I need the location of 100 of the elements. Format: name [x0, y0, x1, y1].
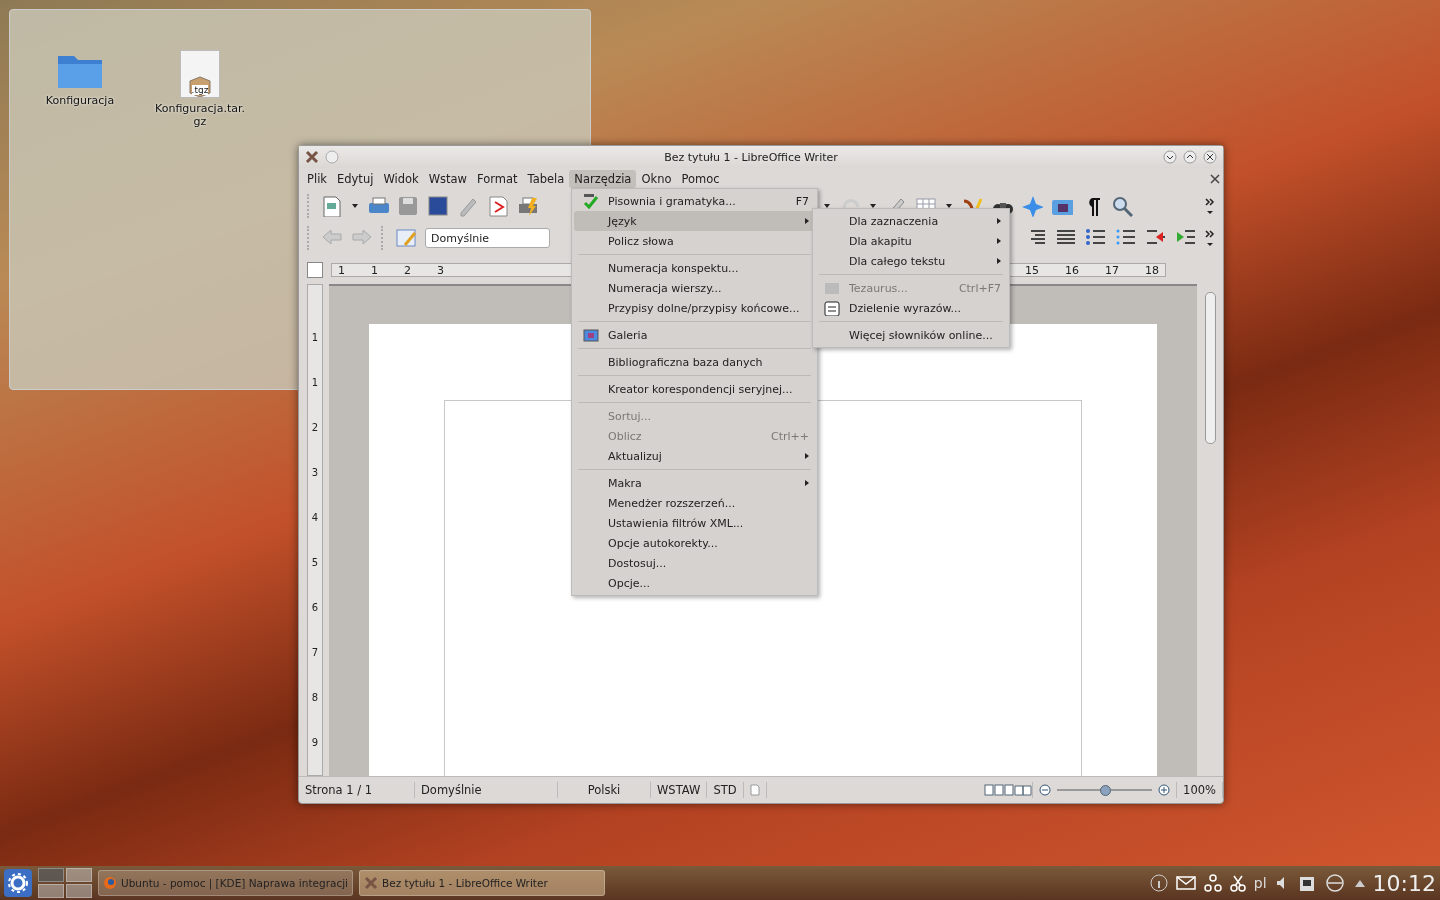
hyphenation-icon — [824, 300, 840, 316]
taskbar-button[interactable]: Bez tytułu 1 - LibreOffice Writer — [359, 870, 605, 896]
network-nodes-icon[interactable] — [1203, 874, 1222, 892]
menu-bar-item[interactable]: Pomoc — [676, 170, 725, 188]
minimize-icon[interactable] — [1163, 150, 1177, 164]
menu-item[interactable]: Opcje... — [574, 573, 815, 593]
ruler-number: 3 — [311, 467, 319, 478]
status-text: STD — [707, 782, 744, 798]
ruler-number: 17 — [1105, 263, 1119, 277]
zoom-icon[interactable] — [1111, 195, 1133, 217]
shortcut-label: Ctrl+F7 — [958, 281, 1001, 295]
caret-icon[interactable] — [351, 202, 359, 210]
status-text: WSTAW — [651, 782, 708, 798]
menu-item[interactable]: Opcje autokorekty... — [574, 533, 815, 553]
close-icon[interactable] — [1203, 150, 1217, 164]
menu-item[interactable]: Dla całego tekstu — [815, 251, 1007, 271]
thesaurus-icon — [824, 280, 840, 296]
status-text: Strona 1 / 1 — [299, 782, 415, 798]
submenu-arrow-icon — [805, 453, 809, 459]
file-label[interactable]: Konfiguracja.tar.gz — [155, 102, 245, 128]
new-document-icon[interactable] — [321, 195, 343, 217]
ruler-number: 8 — [311, 692, 319, 703]
mail-icon[interactable] — [1175, 876, 1196, 890]
menu-item[interactable]: Język — [574, 211, 815, 231]
menu-item[interactable]: Numeracja konspektu... — [574, 258, 815, 278]
shortcut-label: F7 — [795, 194, 809, 208]
zoom-slider-thumb[interactable] — [1099, 784, 1111, 796]
menu-item-label: Numeracja konspektu... — [608, 261, 740, 275]
network-wired-icon[interactable] — [1298, 874, 1315, 892]
menu-item-label: Sortuj... — [608, 409, 653, 423]
menu-item-label: Opcje... — [608, 576, 651, 590]
menu-item[interactable]: Makra — [574, 473, 815, 493]
zoom-in-icon[interactable] — [1158, 784, 1171, 796]
ruler-number: 2 — [404, 263, 411, 277]
ruler-number: 1 — [371, 263, 378, 277]
menu-item[interactable]: Pisownia i gramatyka... F7 — [574, 191, 815, 211]
menu-item[interactable]: Aktualizuj — [574, 446, 815, 466]
menu-item-label: Makra — [608, 476, 643, 490]
ruler-number: 2 — [311, 422, 319, 433]
menu-bar-item[interactable]: Widok — [378, 170, 424, 188]
zoom-out-icon[interactable] — [1039, 784, 1052, 796]
taskbar-button-label: Bez tytułu 1 - LibreOffice Writer — [382, 877, 548, 889]
scrollbar-thumb[interactable] — [1204, 292, 1216, 444]
menu-item[interactable]: Numeracja wierszy... — [574, 278, 815, 298]
close-document-icon[interactable] — [1210, 174, 1220, 184]
menu-item-label: Dla zaznaczenia — [849, 214, 940, 228]
star-icon[interactable] — [1021, 195, 1043, 217]
print-icon[interactable] — [517, 195, 539, 217]
keyboard-layout-indicator[interactable]: pl — [1253, 875, 1267, 891]
menu-item[interactable]: Dla zaznaczenia — [815, 211, 1007, 231]
ruler-number: 9 — [311, 737, 319, 748]
ruler-number: 7 — [311, 647, 319, 658]
menu-item-label: Więcej słowników online... — [849, 328, 994, 342]
menu-item[interactable]: Więcej słowników online... — [815, 325, 1007, 345]
menu-bar-item[interactable]: Format — [472, 170, 523, 188]
style-dropdown[interactable]: Domyślnie — [425, 228, 550, 248]
menu-bar-item[interactable]: Okno — [636, 170, 677, 188]
pdf-export-icon[interactable] — [487, 195, 509, 217]
scissors-icon[interactable] — [1229, 874, 1246, 892]
menu-item-label: Menedżer rozszerzeń... — [608, 496, 737, 510]
menu-item[interactable]: Kreator korespondencji seryjnej... — [574, 379, 815, 399]
caret-icon[interactable] — [869, 202, 877, 210]
menu-item-label: Aktualizuj — [608, 449, 663, 463]
menu-bar-item[interactable]: Edytuj — [332, 170, 379, 188]
menu-bar-item[interactable]: Narzędzia — [569, 170, 637, 188]
two-page-view-icon[interactable] — [994, 784, 1015, 796]
menu-bar-item[interactable]: Tabela — [522, 170, 570, 188]
maximize-icon[interactable] — [1183, 150, 1197, 164]
caret-icon[interactable] — [945, 202, 953, 210]
menu-item[interactable]: Dostosuj... — [574, 553, 815, 573]
menu-item[interactable]: Bibliograficzna baza danych — [574, 352, 815, 372]
menu-bar-item[interactable]: Plik — [302, 170, 332, 188]
menu-item-label: Język — [608, 214, 638, 228]
ruler-number: 5 — [311, 557, 319, 568]
menu-bar-item[interactable]: Wstaw — [423, 170, 472, 188]
menu-item[interactable]: Galeria — [574, 325, 815, 345]
book-view-icon[interactable] — [1014, 784, 1033, 796]
single-page-view-icon[interactable] — [984, 784, 995, 796]
menu-item[interactable]: Dla akapitu — [815, 231, 1007, 251]
tab-stop-button[interactable] — [307, 262, 323, 278]
ruler-number: 18 — [1145, 263, 1159, 277]
status-text: Polski — [558, 782, 651, 798]
menu-item[interactable]: Menedżer rozszerzeń... — [574, 493, 815, 513]
menu-item[interactable]: Dzielenie wyrazów... — [815, 298, 1007, 318]
desktop-pager[interactable] — [38, 868, 92, 898]
menu-item[interactable]: Przypisy dolne/przypisy końcowe... — [574, 298, 815, 318]
expand-tray-icon[interactable] — [1354, 879, 1365, 887]
info-icon[interactable] — [1149, 874, 1168, 892]
file-label[interactable]: Konfiguracja — [35, 94, 125, 107]
taskbar-button-label: Ubuntu - pomoc | [KDE] Naprawa integracji — [121, 877, 348, 889]
caret-icon[interactable] — [823, 202, 831, 210]
overflow-icon[interactable] — [1205, 197, 1215, 215]
menu-item[interactable]: Ustawienia filtrów XML... — [574, 513, 815, 533]
overflow-icon[interactable] — [1205, 229, 1215, 247]
menu-item[interactable]: Policz słowa — [574, 231, 815, 251]
start-menu-button[interactable] — [4, 869, 32, 897]
submenu-arrow-icon — [805, 480, 809, 486]
submenu-arrow-icon — [997, 238, 1001, 244]
ruler-number: 15 — [1025, 263, 1039, 277]
window-title: Bez tytułu 1 - LibreOffice Writer — [663, 150, 839, 164]
